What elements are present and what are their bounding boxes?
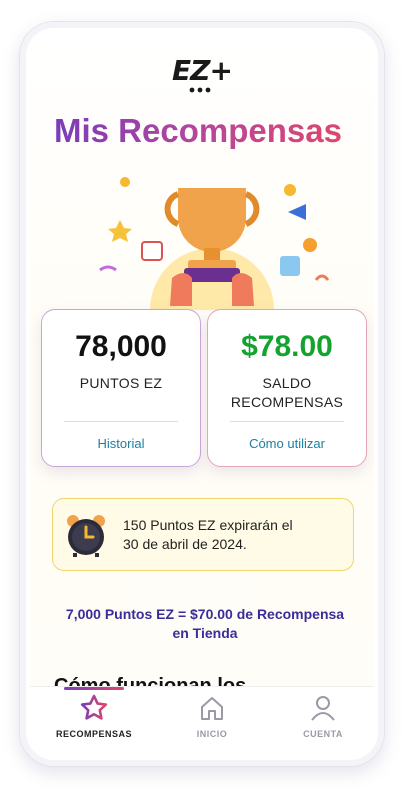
card-divider — [64, 421, 178, 422]
conversion-line1: 7,000 Puntos EZ = $70.00 de Recompensa — [65, 606, 345, 622]
expiration-line1: 150 Puntos EZ expirarán el — [123, 517, 293, 533]
tab-rewards-label: RECOMPENSAS — [55, 729, 132, 739]
points-card: 78,000 PUNTOS EZ Historial — [41, 309, 201, 467]
star-icon — [80, 694, 108, 720]
tab-account-label: CUENTA — [303, 729, 343, 739]
history-link[interactable]: Historial — [42, 436, 200, 451]
phone-frame: EZ+ Mis Recompensas 78,000 PUNTOS EZ His… — [20, 22, 384, 766]
tab-account[interactable]: CUENTA — [273, 693, 373, 739]
tab-home-label: INICIO — [196, 729, 228, 739]
app-screen: EZ+ Mis Recompensas 78,000 PUNTOS EZ His… — [30, 32, 374, 756]
balance-value: $78.00 — [241, 330, 333, 363]
tab-home[interactable]: INICIO — [162, 693, 262, 739]
balance-label-line2: RECOMPENSAS — [230, 394, 344, 410]
balance-card: $78.00 SALDO RECOMPENSAS Cómo utilizar — [207, 309, 367, 467]
balance-label-line1: SALDO — [262, 375, 312, 391]
bottom-tab-bar: RECOMPENSAS INICIO CUENTA — [30, 686, 374, 756]
conversion-rate-text: 7,000 Puntos EZ = $70.00 de Recompensa e… — [56, 605, 354, 643]
card-divider — [230, 421, 344, 422]
expiration-line2: 30 de abril de 2024. — [123, 536, 247, 552]
expiration-notice: 150 Puntos EZ expirarán el 30 de abril d… — [52, 498, 354, 571]
conversion-line2: en Tienda — [172, 625, 238, 641]
tab-rewards[interactable]: RECOMPENSAS — [44, 693, 144, 739]
page-title: Mis Recompensas — [54, 112, 342, 149]
home-icon — [201, 697, 223, 720]
points-value: 78,000 — [75, 330, 167, 363]
expiration-text: 150 Puntos EZ expirarán el 30 de abril d… — [123, 516, 343, 554]
balance-label: SALDO RECOMPENSAS — [208, 374, 366, 412]
logo-dots-icon — [189, 87, 211, 93]
ez-plus-logo: EZ+ — [172, 54, 233, 87]
points-label: PUNTOS EZ — [79, 375, 163, 391]
trophy-illustration — [99, 177, 330, 310]
alarm-clock-icon — [67, 515, 105, 557]
active-tab-indicator — [64, 687, 124, 690]
how-to-use-link[interactable]: Cómo utilizar — [208, 436, 366, 451]
user-icon — [311, 696, 335, 721]
